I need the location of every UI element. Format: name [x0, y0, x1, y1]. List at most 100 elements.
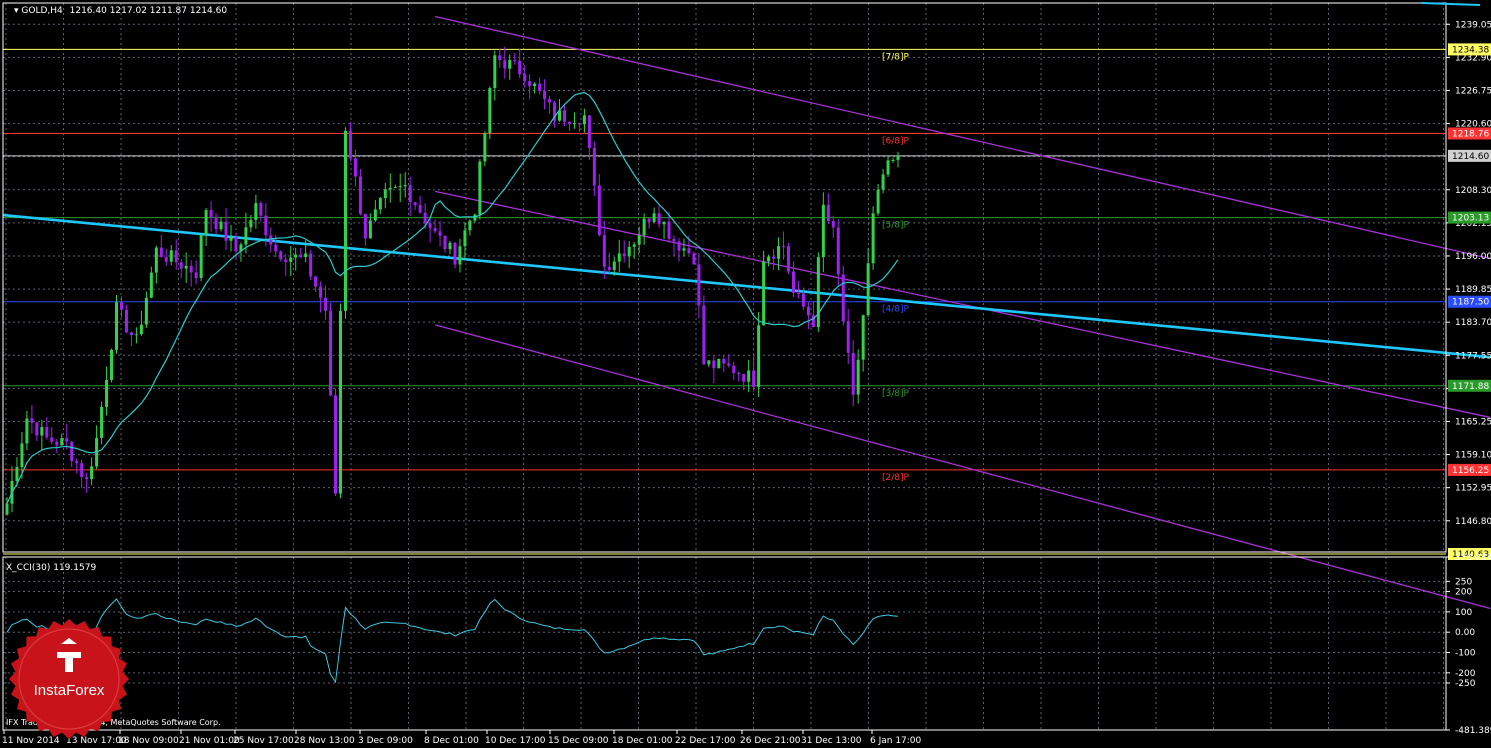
candle[interactable] [597, 173, 601, 237]
candle[interactable] [871, 206, 875, 270]
candle[interactable] [572, 112, 576, 129]
candle[interactable] [806, 301, 810, 330]
candle[interactable] [582, 108, 586, 133]
candle[interactable] [343, 127, 347, 319]
candle[interactable] [149, 266, 153, 299]
candle[interactable] [294, 247, 298, 271]
candle[interactable] [841, 265, 845, 326]
candle[interactable] [652, 207, 656, 224]
candle[interactable] [538, 77, 542, 95]
candle[interactable] [732, 361, 736, 381]
candle[interactable] [458, 238, 462, 273]
candle[interactable] [448, 240, 452, 255]
candle[interactable] [791, 261, 795, 298]
candle[interactable] [259, 201, 263, 222]
candle[interactable] [383, 182, 387, 209]
candle[interactable] [503, 46, 507, 79]
candle[interactable] [309, 249, 313, 281]
candle[interactable] [692, 251, 696, 265]
candle[interactable] [115, 294, 119, 354]
candle[interactable] [204, 208, 208, 247]
candle[interactable] [154, 245, 158, 284]
candle[interactable] [388, 173, 392, 203]
candle[interactable] [876, 183, 880, 216]
candle[interactable] [413, 201, 417, 210]
candle[interactable] [284, 253, 288, 276]
candle[interactable] [717, 358, 721, 369]
candle[interactable] [119, 296, 123, 318]
candle[interactable] [662, 221, 666, 239]
candle[interactable] [702, 295, 706, 365]
candle[interactable] [189, 260, 193, 287]
candle[interactable] [219, 216, 223, 232]
candle[interactable] [324, 285, 328, 321]
candle[interactable] [378, 196, 382, 215]
candle[interactable] [353, 149, 357, 187]
candle[interactable] [289, 246, 293, 276]
candle[interactable] [752, 356, 756, 392]
candle[interactable] [548, 95, 552, 114]
candle[interactable] [60, 433, 64, 446]
candle[interactable] [398, 173, 402, 203]
candle[interactable] [438, 220, 442, 247]
candle[interactable] [408, 176, 412, 217]
candle[interactable] [617, 239, 621, 272]
candle[interactable] [836, 219, 840, 287]
candle[interactable] [30, 405, 34, 434]
candle[interactable] [199, 233, 203, 282]
candle[interactable] [433, 219, 437, 234]
candle[interactable] [891, 157, 895, 163]
candle[interactable] [473, 213, 477, 223]
candle[interactable] [562, 104, 566, 127]
candle[interactable] [329, 302, 333, 397]
candle[interactable] [65, 423, 69, 450]
candle[interactable] [577, 122, 581, 132]
candle[interactable] [139, 311, 143, 336]
candle[interactable] [543, 79, 547, 110]
candle[interactable] [757, 311, 761, 397]
candle[interactable] [35, 421, 39, 442]
candle[interactable] [851, 340, 855, 406]
candle[interactable] [592, 141, 596, 197]
candle[interactable] [747, 359, 751, 393]
candle[interactable] [179, 258, 183, 279]
candle[interactable] [70, 441, 74, 467]
candle[interactable] [672, 235, 676, 256]
candle[interactable] [194, 260, 198, 285]
candle[interactable] [254, 194, 258, 229]
candle[interactable] [110, 348, 114, 383]
candle[interactable] [826, 193, 830, 225]
candle[interactable] [169, 245, 173, 266]
candle[interactable] [453, 241, 457, 269]
candle[interactable] [214, 213, 218, 235]
candle[interactable] [319, 281, 323, 313]
candle[interactable] [866, 248, 870, 317]
candle[interactable] [159, 234, 163, 258]
candle[interactable] [816, 252, 820, 332]
candle[interactable] [363, 213, 367, 246]
candle[interactable] [861, 314, 865, 372]
candle[interactable] [682, 238, 686, 257]
candle[interactable] [622, 240, 626, 263]
candle[interactable] [498, 48, 502, 68]
candle[interactable] [528, 74, 532, 100]
candle[interactable] [856, 349, 860, 404]
candle[interactable] [348, 122, 352, 162]
symbol-label[interactable]: ▾ GOLD,H4 1216.40 1217.02 1211.87 1214.6… [14, 6, 227, 16]
candle[interactable] [174, 239, 178, 270]
candle[interactable] [50, 427, 54, 445]
candle[interactable] [513, 52, 517, 65]
candle[interactable] [567, 121, 571, 131]
candle[interactable] [269, 227, 273, 253]
candle[interactable] [533, 82, 537, 94]
candle[interactable] [896, 151, 900, 168]
candle[interactable] [518, 48, 522, 79]
candle[interactable] [468, 219, 472, 236]
candle[interactable] [229, 224, 233, 252]
candle[interactable] [831, 215, 835, 239]
candle[interactable] [727, 354, 731, 368]
candle[interactable] [164, 248, 168, 266]
candle[interactable] [443, 235, 447, 253]
candle[interactable] [124, 304, 128, 333]
candle[interactable] [602, 220, 606, 279]
